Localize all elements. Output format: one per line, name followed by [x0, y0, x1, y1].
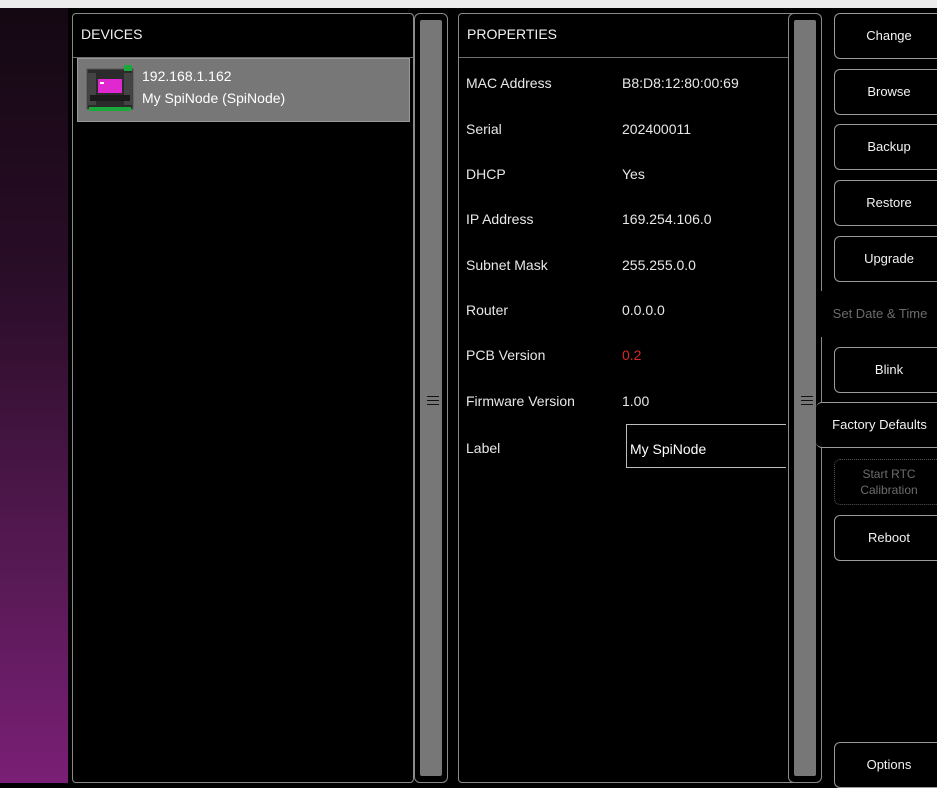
- property-value: Yes: [622, 166, 645, 182]
- property-label: IP Address: [466, 211, 534, 227]
- properties-panel-title: PROPERTIES: [467, 26, 557, 42]
- property-value: 0.0.0.0: [622, 302, 665, 318]
- properties-title-divider: [459, 57, 797, 58]
- set-date-time-button[interactable]: Set Date & Time: [816, 291, 937, 337]
- property-value-warning: 0.2: [622, 347, 642, 363]
- browse-button[interactable]: Browse: [834, 69, 937, 115]
- properties-scroll-thumb[interactable]: [794, 20, 816, 776]
- spinode-device-icon: [86, 65, 134, 111]
- property-value: 255.255.0.0: [622, 257, 696, 273]
- grip-icon: [801, 396, 813, 408]
- device-list-item[interactable]: 192.168.1.162 My SpiNode (SpiNode): [77, 58, 410, 122]
- blink-button[interactable]: Blink: [834, 347, 937, 393]
- factory-defaults-button[interactable]: Factory Defaults: [816, 402, 937, 448]
- upgrade-button[interactable]: Upgrade: [834, 236, 937, 282]
- property-value: 169.254.106.0: [622, 211, 712, 227]
- devices-scrollbar[interactable]: [414, 13, 448, 783]
- restore-button[interactable]: Restore: [834, 180, 937, 226]
- reboot-button[interactable]: Reboot: [834, 515, 937, 561]
- property-label: Subnet Mask: [466, 257, 548, 273]
- device-ip-address: 192.168.1.162: [142, 68, 232, 84]
- property-value: 1.00: [622, 393, 650, 409]
- left-accent-strip: [0, 8, 68, 783]
- property-label: MAC Address: [466, 75, 552, 91]
- property-value: 202400011: [622, 121, 692, 137]
- property-label: Router: [466, 302, 509, 318]
- change-button[interactable]: Change: [834, 13, 937, 59]
- backup-button[interactable]: Backup: [834, 124, 937, 170]
- property-label: Label: [466, 440, 501, 456]
- property-label: Firmware Version: [466, 393, 575, 409]
- label-input[interactable]: My SpiNode: [626, 424, 786, 468]
- properties-scrollbar[interactable]: [788, 13, 822, 783]
- devices-panel: DEVICES: [72, 13, 414, 783]
- property-label: DHCP: [466, 166, 506, 182]
- property-label: Serial: [466, 121, 502, 137]
- property-value: B8:D8:12:80:00:69: [622, 75, 739, 91]
- start-rtc-calibration-button[interactable]: Start RTC Calibration: [834, 459, 937, 505]
- window-top-bar: [0, 0, 937, 8]
- device-name: My SpiNode (SpiNode): [142, 90, 286, 106]
- grip-icon: [427, 396, 439, 408]
- property-label: PCB Version: [466, 347, 546, 363]
- devices-panel-title: DEVICES: [81, 26, 143, 42]
- options-button[interactable]: Options: [834, 742, 937, 788]
- devices-scroll-thumb[interactable]: [420, 20, 442, 776]
